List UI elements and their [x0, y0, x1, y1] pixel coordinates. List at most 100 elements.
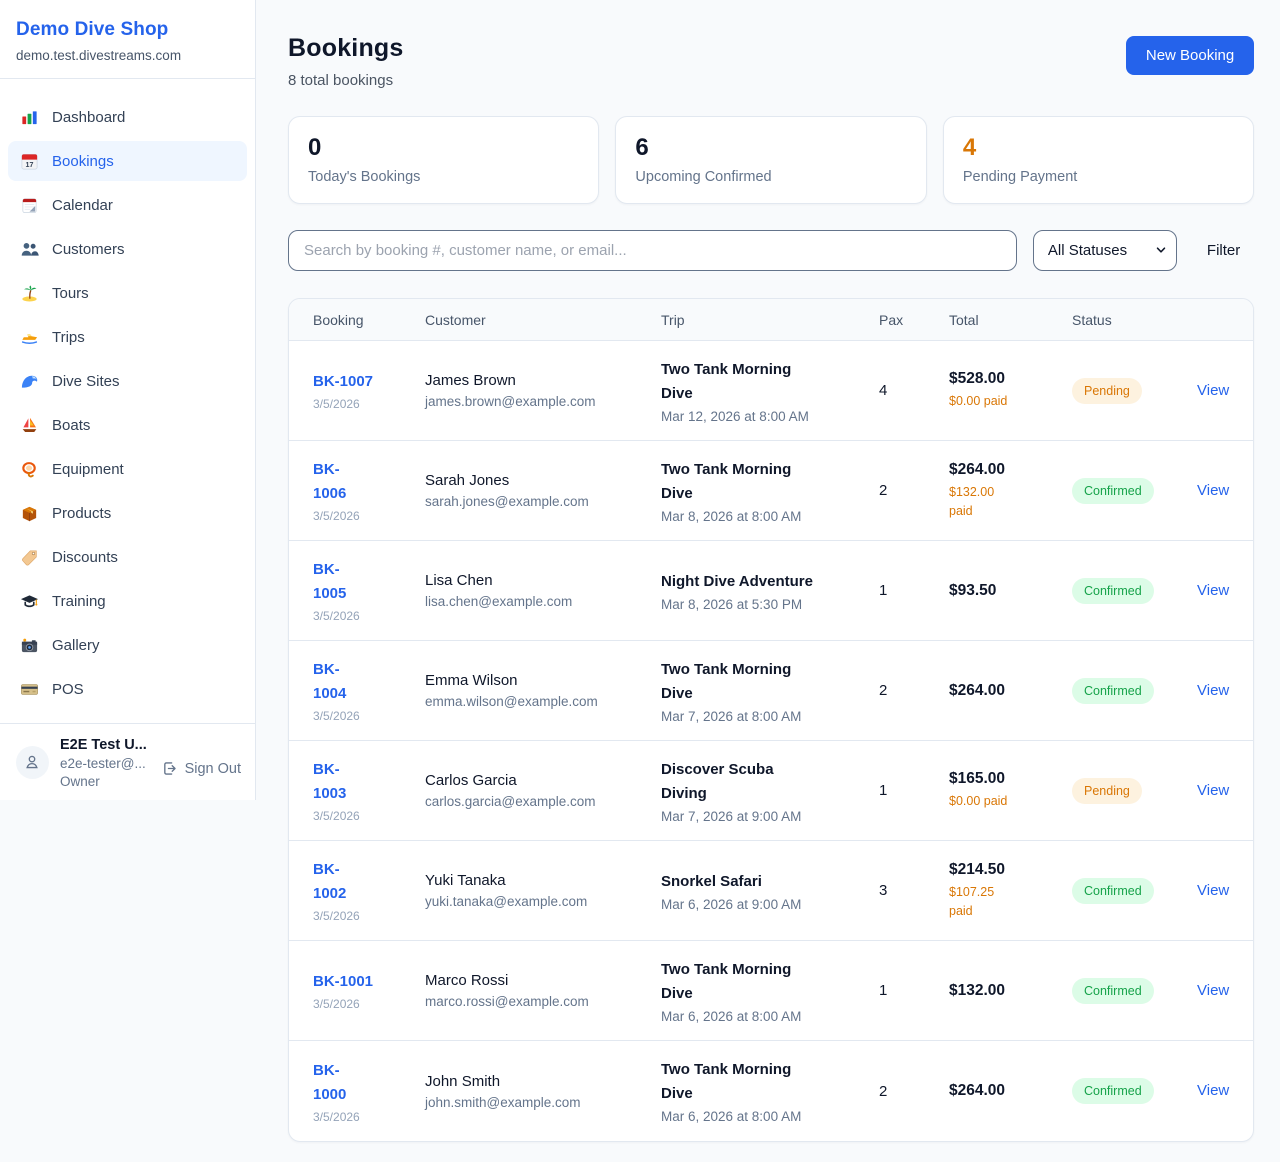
app-root: Demo Dive Shop demo.test.divestreams.com… [0, 0, 1280, 1162]
booking-link[interactable]: BK- 1005 [313, 558, 346, 606]
stat-card: 0 Today's Bookings [288, 116, 599, 204]
table-body: BK-1007 3/5/2026 James Brown james.brown… [289, 341, 1253, 1141]
sidebar-item-dive-sites[interactable]: Dive Sites [8, 361, 247, 401]
sidebar-header: Demo Dive Shop demo.test.divestreams.com [0, 0, 255, 79]
booking-link[interactable]: BK- 1002 [313, 858, 346, 906]
col-header-customer: Customer [425, 312, 661, 328]
trip-datetime: Mar 6, 2026 at 8:00 AM [661, 1009, 879, 1024]
search-wrap [288, 230, 1017, 271]
sidebar-nav: Dashboard 17 Bookings Calendar Customers… [0, 79, 255, 721]
col-header-pax: Pax [879, 312, 949, 328]
pax-count: 1 [879, 582, 949, 599]
sidebar-item-tours[interactable]: Tours [8, 273, 247, 313]
status-cell: Confirmed [1072, 878, 1197, 904]
sidebar-item-label: Discounts [52, 549, 118, 566]
paid-amount: $132.00 paid [949, 483, 1021, 521]
status-cell: Confirmed [1072, 578, 1197, 604]
trip-name: Two Tank Morning Dive [661, 358, 821, 406]
total-cell: $264.00 [949, 1082, 1072, 1100]
total-cell: $165.00 $0.00 paid [949, 770, 1072, 811]
sidebar-item-gallery[interactable]: Gallery [8, 625, 247, 665]
trip-cell: Snorkel Safari Mar 6, 2026 at 9:00 AM [661, 870, 879, 912]
view-link[interactable]: View [1197, 482, 1229, 499]
sidebar-item-boats[interactable]: Boats [8, 405, 247, 445]
view-cell: View [1197, 382, 1229, 400]
view-link[interactable]: View [1197, 682, 1229, 699]
table-row: BK-1001 3/5/2026 Marco Rossi marco.rossi… [289, 941, 1253, 1041]
customer-email: james.brown@example.com [425, 394, 661, 409]
customer-name: Yuki Tanaka [425, 872, 661, 889]
sidebar-item-calendar[interactable]: Calendar [8, 185, 247, 225]
trip-name: Snorkel Safari [661, 870, 821, 894]
view-link[interactable]: View [1197, 982, 1229, 999]
table-row: BK- 1006 3/5/2026 Sarah Jones sarah.jone… [289, 441, 1253, 541]
view-link[interactable]: View [1197, 1082, 1229, 1099]
pax-count: 1 [879, 782, 949, 799]
booking-date: 3/5/2026 [313, 1110, 425, 1124]
sidebar-item-label: Bookings [52, 153, 114, 170]
island-icon [20, 284, 39, 303]
trip-datetime: Mar 6, 2026 at 9:00 AM [661, 897, 879, 912]
total-amount: $264.00 [949, 682, 1072, 700]
status-select-wrap: All Statuses [1033, 230, 1177, 271]
two-people-icon [20, 240, 39, 259]
pax-count: 4 [879, 382, 949, 399]
status-badge: Confirmed [1072, 1078, 1154, 1104]
table-header-row: Booking Customer Trip Pax Total Status [289, 299, 1253, 341]
customer-email: marco.rossi@example.com [425, 994, 661, 1009]
view-link[interactable]: View [1197, 582, 1229, 599]
search-input[interactable] [288, 230, 1017, 271]
customer-name: Lisa Chen [425, 572, 661, 589]
sidebar-item-label: Training [52, 593, 106, 610]
total-cell: $214.50 $107.25 paid [949, 861, 1072, 921]
customer-cell: Lisa Chen lisa.chen@example.com [425, 572, 661, 609]
view-link[interactable]: View [1197, 782, 1229, 799]
booking-date: 3/5/2026 [313, 609, 425, 623]
customer-email: emma.wilson@example.com [425, 694, 661, 709]
col-header-booking: Booking [313, 312, 425, 328]
filter-button[interactable]: Filter [1193, 242, 1254, 259]
sidebar-item-discounts[interactable]: Discounts [8, 537, 247, 577]
table-row: BK-1007 3/5/2026 James Brown james.brown… [289, 341, 1253, 441]
booking-link[interactable]: BK- 1000 [313, 1059, 346, 1107]
box-icon [20, 504, 39, 523]
sidebar-item-trips[interactable]: Trips [8, 317, 247, 357]
paid-amount: $107.25 paid [949, 883, 1021, 921]
sidebar-item-training[interactable]: Training [8, 581, 247, 621]
booking-link[interactable]: BK- 1003 [313, 758, 346, 806]
view-link[interactable]: View [1197, 382, 1229, 399]
sidebar-item-customers[interactable]: Customers [8, 229, 247, 269]
total-amount: $93.50 [949, 582, 1072, 600]
sidebar-item-dashboard[interactable]: Dashboard [8, 97, 247, 137]
booking-link[interactable]: BK-1007 [313, 370, 373, 394]
booking-link[interactable]: BK-1001 [313, 970, 373, 994]
total-cell: $264.00 $132.00 paid [949, 461, 1072, 521]
bar-chart-icon [20, 108, 39, 127]
sidebar-item-equipment[interactable]: Equipment [8, 449, 247, 489]
booking-link[interactable]: BK- 1004 [313, 658, 346, 706]
sidebar-item-products[interactable]: Products [8, 493, 247, 533]
stat-label: Today's Bookings [308, 169, 579, 185]
sign-out-button[interactable]: Sign Out [161, 760, 241, 777]
view-link[interactable]: View [1197, 882, 1229, 899]
booking-link[interactable]: BK- 1006 [313, 458, 346, 506]
trip-datetime: Mar 6, 2026 at 8:00 AM [661, 1109, 879, 1124]
sidebar-item-bookings[interactable]: 17 Bookings [8, 141, 247, 181]
credit-card-icon [20, 680, 39, 699]
bookings-table: Booking Customer Trip Pax Total Status B… [288, 298, 1254, 1142]
total-amount: $528.00 [949, 370, 1072, 388]
pax-count: 2 [879, 482, 949, 499]
filters-row: All Statuses Filter [288, 230, 1254, 271]
stat-label: Upcoming Confirmed [635, 169, 906, 185]
main-content: Bookings 8 total bookings New Booking 0 … [256, 0, 1280, 1162]
user-role: Owner [60, 774, 147, 789]
col-header-status: Status [1072, 312, 1197, 328]
sidebar-item-pos[interactable]: POS [8, 669, 247, 709]
booking-cell: BK-1001 3/5/2026 [313, 970, 425, 1011]
total-cell: $93.50 [949, 582, 1072, 600]
new-booking-button[interactable]: New Booking [1126, 36, 1254, 75]
total-amount: $264.00 [949, 461, 1072, 479]
status-cell: Confirmed [1072, 478, 1197, 504]
status-filter-select[interactable]: All Statuses [1033, 230, 1177, 271]
trip-cell: Two Tank Morning Dive Mar 6, 2026 at 8:0… [661, 1058, 879, 1124]
